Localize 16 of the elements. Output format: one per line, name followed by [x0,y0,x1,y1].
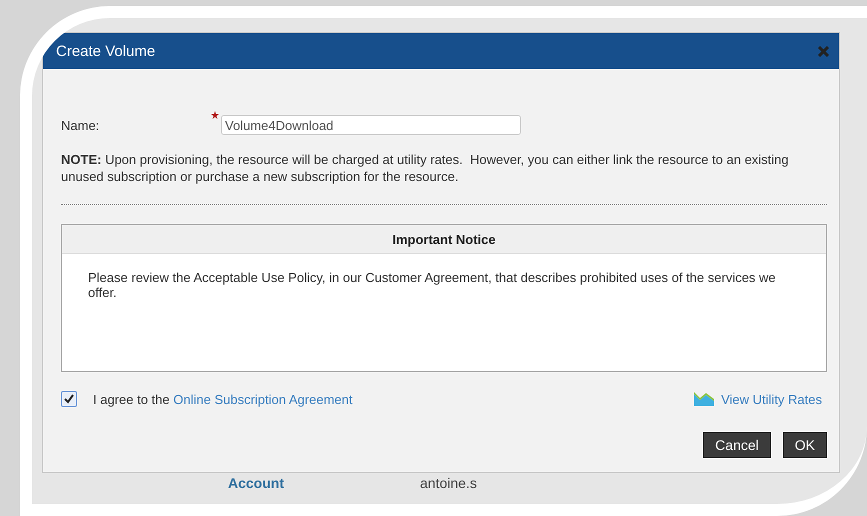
close-icon[interactable] [818,46,829,56]
ok-button[interactable]: OK [782,432,827,458]
dialog-title: Create Volume [56,42,156,60]
name-label: Name: [61,118,100,132]
name-input-field[interactable]: Volume4Download [221,115,521,135]
notice-text: Please review the Acceptable Use Policy, in our Customer Agreement, that describes prohibited uses of the services we offer. [87,269,777,300]
subscription-agreement-link[interactable]: Online Subscription Agreement [173,392,352,406]
account-value: antoine.s [420,475,477,491]
view-utility-rates-link[interactable]: View Utility Rates [721,392,822,406]
cancel-button[interactable]: Cancel [703,432,771,458]
chart-icon[interactable] [694,392,714,406]
notice-title: Important Notice [62,225,826,254]
note-text: NOTE: Upon provisioning, the resource will be charged at utility rates. However, you can either link the resource to an existing unused subscription or purchase a new subscription for the resource. [61,151,790,185]
agree-checkbox[interactable] [61,391,77,407]
account-label: Account [228,475,285,491]
agree-text: I agree to the [93,392,171,406]
